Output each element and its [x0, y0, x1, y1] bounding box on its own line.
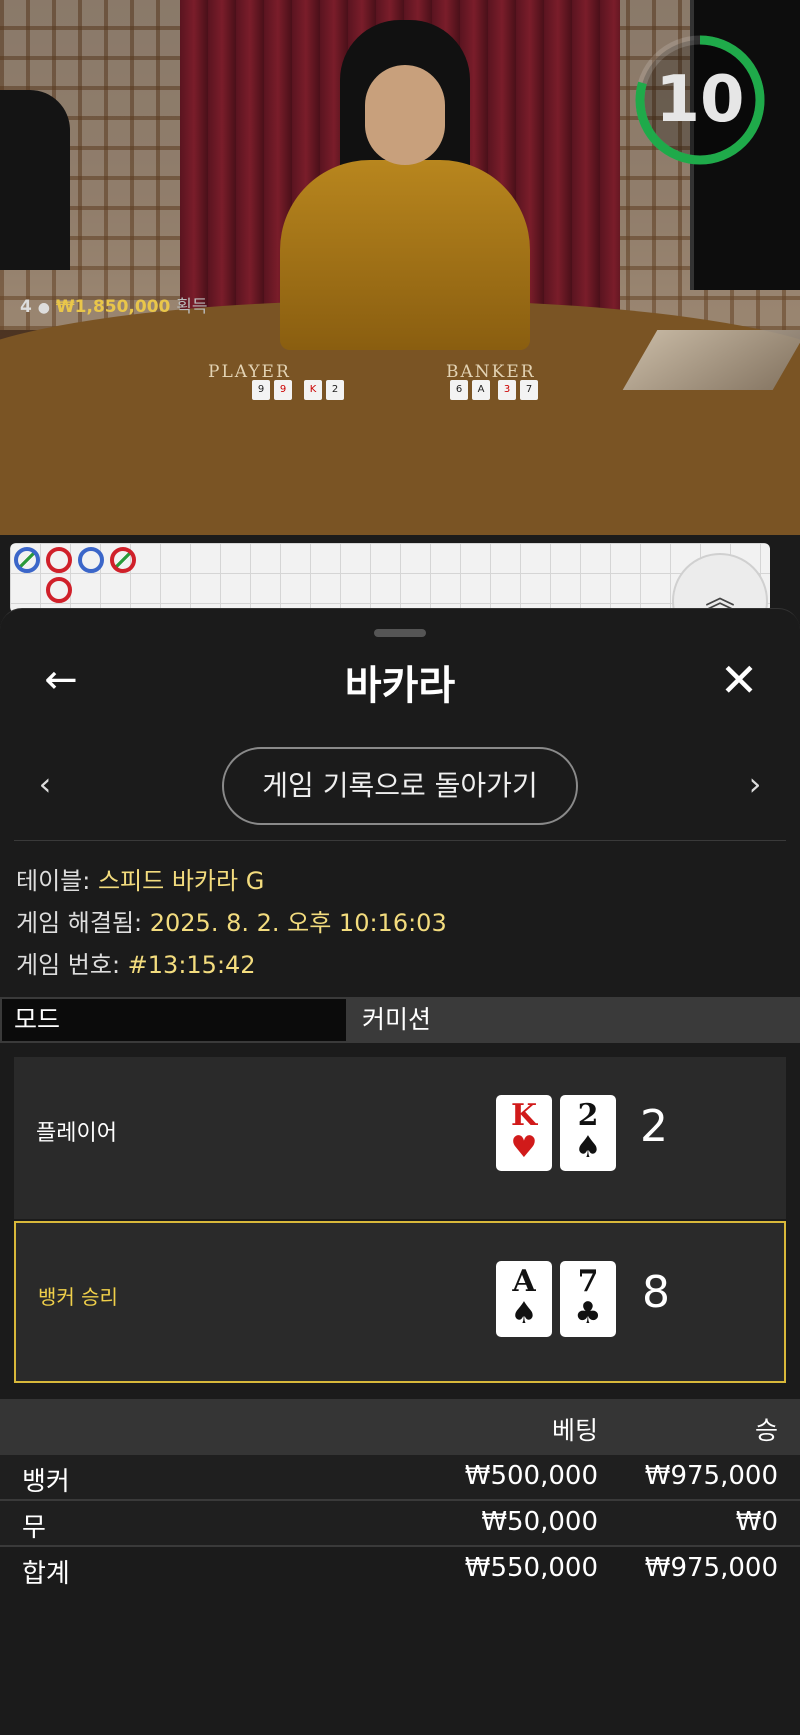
live-video-feed: PLAYER BANKER 9 9 K 2 6 A 3 7 4 ● ₩1,850… — [0, 0, 800, 535]
table-card: 2 — [326, 380, 344, 400]
winnings-suffix: 획득 — [176, 297, 208, 317]
chevron-left-icon[interactable]: ‹ — [30, 768, 60, 800]
table-card: A — [472, 380, 490, 400]
road-bead-banker-tie — [110, 547, 136, 573]
total-row: 합계 ₩550,000 ₩975,000 — [0, 1547, 800, 1591]
table-info: 테이블: 스피드 바카라 G — [16, 861, 264, 896]
banker-hand-label: 뱅커 승리 — [38, 1285, 118, 1309]
resolved-info-value: 2025. 8. 2. 오후 10:16:03 — [149, 909, 447, 937]
dealer-figure — [270, 20, 540, 350]
win-column-header: 승 — [754, 1416, 778, 1445]
heart-icon: ♥ — [510, 1130, 538, 1165]
sheet-title: 바카라 — [344, 663, 456, 709]
timer-value: 10 — [655, 63, 745, 137]
sheet-drag-handle[interactable] — [374, 629, 426, 637]
player-score: 2 — [640, 1101, 668, 1152]
playing-card: 2 ♠ — [560, 1095, 616, 1171]
winnings-amount: ₩1,850,000 — [55, 297, 171, 317]
table-card: 9 — [274, 380, 292, 400]
table-info-value: 스피드 바카라 G — [97, 867, 265, 895]
winner-count: 4 — [20, 297, 32, 317]
club-icon: ♣ — [574, 1296, 602, 1331]
playing-card: K ♥ — [496, 1095, 552, 1171]
resolved-info: 게임 해결됨: 2025. 8. 2. 오후 10:16:03 — [16, 903, 447, 938]
table-card: K — [304, 380, 322, 400]
close-icon[interactable]: ✕ — [716, 657, 762, 703]
road-bead-banker — [46, 577, 72, 603]
spade-icon: ♠ — [510, 1296, 538, 1331]
banker-hand: 뱅커 승리 A ♠ 7 ♣ 8 — [14, 1221, 786, 1383]
player-hand-label: 플레이어 — [36, 1121, 117, 1146]
bet-table-header: 베팅 승 — [0, 1399, 800, 1455]
playing-card: 7 ♣ — [560, 1261, 616, 1337]
tab-mode[interactable]: 모드 — [2, 999, 346, 1041]
playing-card: A ♠ — [496, 1261, 552, 1337]
game-number-value: #13:15:42 — [127, 951, 256, 979]
total-bet: ₩550,000 — [464, 1553, 598, 1583]
countdown-timer: 10 — [630, 30, 770, 170]
divider — [14, 840, 786, 841]
banker-score: 8 — [642, 1267, 670, 1318]
bead-road-map[interactable] — [10, 543, 770, 613]
bet-summary-table: 베팅 승 뱅커 ₩500,000 ₩975,000 무 ₩50,000 ₩0 합… — [0, 1399, 800, 1591]
chevron-right-icon[interactable]: › — [740, 768, 770, 800]
table-card: 6 — [450, 380, 468, 400]
road-bead-banker — [46, 547, 72, 573]
game-number-info: 게임 번호: #13:15:42 — [16, 945, 256, 980]
spade-icon: ♠ — [574, 1130, 602, 1165]
player-hand: 플레이어 K ♥ 2 ♠ 2 — [14, 1057, 786, 1219]
total-win: ₩975,000 — [644, 1553, 778, 1583]
table-card: 9 — [252, 380, 270, 400]
winners-overlay: 4 ● ₩1,850,000 획득 — [20, 292, 208, 317]
bet-column-header: 베팅 — [551, 1416, 598, 1445]
table-info-label: 테이블: — [16, 867, 98, 895]
resolved-info-label: 게임 해결됨: — [16, 909, 150, 937]
table-player-label: PLAYER — [208, 362, 291, 382]
table-banker-label: BANKER — [446, 362, 536, 382]
side-player-figure — [0, 90, 70, 270]
back-to-history-button[interactable]: 게임 기록으로 돌아가기 — [222, 747, 578, 825]
tab-commission[interactable]: 커미션 — [350, 999, 800, 1041]
road-bead-player-tie — [14, 547, 40, 573]
table-row: 뱅커 ₩500,000 ₩975,000 — [0, 1455, 800, 1501]
game-number-label: 게임 번호: — [16, 951, 128, 979]
table-card: 7 — [520, 380, 538, 400]
total-label: 합계 — [22, 1559, 70, 1589]
game-detail-sheet: ← 바카라 ✕ ‹ 게임 기록으로 돌아가기 › 테이블: 스피드 바카라 G … — [0, 608, 800, 1735]
table-card: 3 — [498, 380, 516, 400]
mode-tab-bar: 모드 커미션 — [0, 997, 800, 1043]
road-bead-player — [78, 547, 104, 573]
person-icon: ● — [37, 300, 50, 316]
table-row: 무 ₩50,000 ₩0 — [0, 1501, 800, 1547]
